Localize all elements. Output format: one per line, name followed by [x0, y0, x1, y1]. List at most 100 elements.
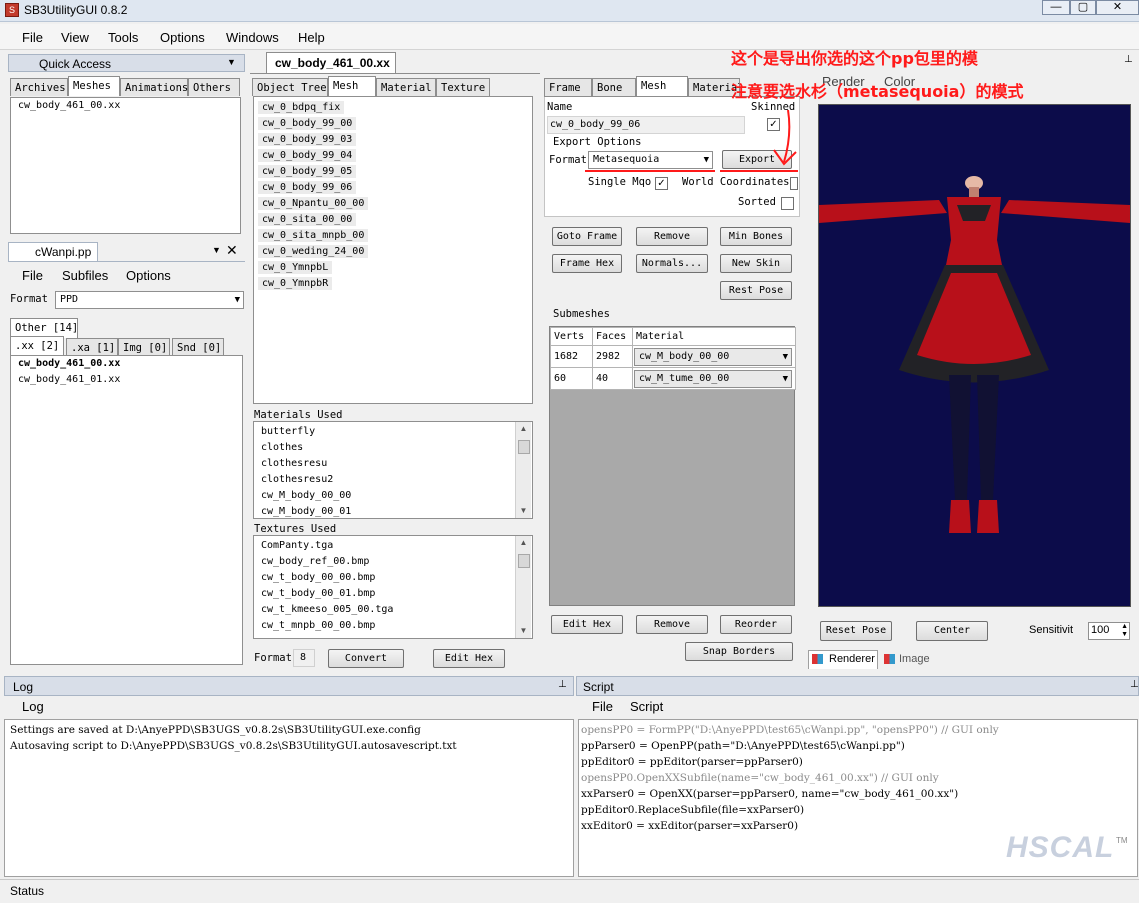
pin-icon[interactable]: ⊥ — [558, 679, 567, 690]
tab-bone[interactable]: Bone — [592, 78, 636, 96]
mesh-list-item[interactable]: cw_0_body_99_05 — [258, 165, 357, 178]
mesh-list-item[interactable]: cw_0_body_99_04 — [258, 149, 357, 162]
rest-pose-button[interactable]: Rest Pose — [720, 281, 792, 300]
convert-button[interactable]: Convert — [328, 649, 404, 668]
submesh-reorder-button[interactable]: Reorder — [720, 615, 792, 634]
remove-mesh-button[interactable]: Remove — [636, 227, 708, 246]
mesh-list-item[interactable]: cw_0_body_99_03 — [258, 133, 357, 146]
faces-cell[interactable]: 40 — [592, 367, 633, 390]
mesh-list-item[interactable]: cw_0_YmnpbL — [258, 261, 333, 274]
tab-others[interactable]: Others — [188, 78, 240, 96]
sensitivity-stepper[interactable]: 100 ▲ ▼ — [1088, 622, 1130, 640]
texture-list-item[interactable]: cw_t_kmeeso_005_00.tga — [254, 602, 532, 618]
minimize-button[interactable]: — — [1042, 0, 1070, 15]
pin-icon[interactable]: ⊥ — [1124, 54, 1133, 65]
pin-icon[interactable]: ⊥ — [1130, 679, 1139, 690]
sorted-checkbox[interactable] — [781, 197, 794, 210]
tab-snd[interactable]: Snd [0] — [172, 338, 224, 356]
list-item[interactable]: cw_body_461_00.xx — [11, 356, 242, 372]
pp-menu-options[interactable]: Options — [126, 268, 171, 283]
3d-viewport[interactable] — [818, 104, 1131, 607]
material-list-item[interactable]: clothesresu2 — [254, 472, 532, 488]
close-button[interactable]: ✕ — [1096, 0, 1139, 15]
mesh-list-item[interactable]: cw_0_bdpq_fix — [258, 101, 345, 114]
mesh-list-item[interactable]: cw_0_body_99_00 — [258, 117, 357, 130]
center-button[interactable]: Center — [916, 621, 988, 641]
world-coordinates-checkbox[interactable] — [790, 177, 798, 190]
texture-list-item[interactable]: cw_t_body_00_00.bmp — [254, 570, 532, 586]
material-list-item[interactable]: butterfly — [254, 424, 532, 440]
menu-file[interactable]: File — [22, 30, 43, 45]
xx-format-field[interactable]: 8 — [293, 649, 315, 667]
material-cell[interactable]: cw_M_body_00_00 ▼ — [632, 345, 796, 368]
verts-cell[interactable]: 60 — [550, 367, 593, 390]
new-skin-button[interactable]: New Skin — [720, 254, 792, 273]
table-row[interactable]: 60 40 cw_M_tume_00_00 ▼ — [550, 367, 796, 390]
min-bones-button[interactable]: Min Bones — [720, 227, 792, 246]
tab-object-tree[interactable]: Object Tree — [252, 78, 328, 96]
dropdown-arrow-icon[interactable]: ▼ — [212, 245, 221, 255]
log-menu[interactable]: Log — [22, 699, 44, 714]
mesh-name-field[interactable]: cw_0_body_99_06 — [547, 116, 745, 134]
close-icon[interactable]: ✕ — [226, 242, 238, 259]
export-format-select[interactable]: Metasequoia ▼ — [588, 151, 713, 169]
mesh-list-item[interactable]: cw_0_body_99_06 — [258, 181, 357, 194]
texture-list-item[interactable]: cw_t_body_00_01.bmp — [254, 586, 532, 602]
menu-tools[interactable]: Tools — [108, 30, 138, 45]
tab-xx[interactable]: .xx [2] — [10, 336, 64, 356]
menu-help[interactable]: Help — [298, 30, 325, 45]
pp-tab[interactable]: cWanpi.pp — [8, 242, 98, 261]
table-row[interactable]: 1682 2982 cw_M_body_00_00 ▼ — [550, 345, 796, 368]
script-menu-script[interactable]: Script — [630, 699, 663, 714]
tab-frame[interactable]: Frame — [544, 78, 592, 96]
faces-cell[interactable]: 2982 — [592, 345, 633, 368]
menu-view[interactable]: View — [61, 30, 89, 45]
material-cell[interactable]: cw_M_tume_00_00 ▼ — [632, 367, 796, 390]
mesh-list-item[interactable]: cw_0_Npantu_00_00 — [258, 197, 369, 210]
verts-cell[interactable]: 1682 — [550, 345, 593, 368]
tab-other[interactable]: Other [14] — [10, 318, 78, 338]
tab-xa[interactable]: .xa [1] — [66, 338, 118, 356]
tab-meshes[interactable]: Meshes — [68, 76, 120, 96]
pp-menu-subfiles[interactable]: Subfiles — [62, 268, 108, 283]
mesh-list-item[interactable]: cw_0_weding_24_00 — [258, 245, 369, 258]
tab-animations[interactable]: Animations — [120, 78, 188, 96]
single-mqo-checkbox[interactable]: ✓ — [655, 177, 668, 190]
texture-list-item[interactable]: cw_t_mnpb_00_00.bmp — [254, 618, 532, 634]
material-list-item[interactable]: clothes — [254, 440, 532, 456]
mesh-list-item[interactable]: cw_0_sita_00_00 — [258, 213, 357, 226]
submesh-edit-hex-button[interactable]: Edit Hex — [551, 615, 623, 634]
tab-material[interactable]: Material — [376, 78, 436, 96]
menu-options[interactable]: Options — [160, 30, 205, 45]
submesh-remove-button[interactable]: Remove — [636, 615, 708, 634]
goto-frame-button[interactable]: Goto Frame — [552, 227, 622, 246]
xx-document-tab[interactable]: cw_body_461_00.xx — [266, 52, 396, 73]
column-header[interactable]: Material — [632, 327, 796, 346]
menu-windows[interactable]: Windows — [226, 30, 279, 45]
reset-pose-button[interactable]: Reset Pose — [820, 621, 892, 641]
texture-list-item[interactable]: ComPanty.tga — [254, 538, 532, 554]
texture-list-item[interactable]: cw_body_ref_00.bmp — [254, 554, 532, 570]
material-list-item[interactable]: cw_M_body_00_01 — [254, 504, 532, 518]
column-header[interactable]: Verts — [550, 327, 593, 346]
pp-menu-file[interactable]: File — [22, 268, 43, 283]
list-item[interactable]: cw_body_461_00.xx — [11, 98, 240, 114]
mesh-list-item[interactable]: cw_0_YmnpbR — [258, 277, 333, 290]
maximize-button[interactable]: ▢ — [1070, 0, 1096, 15]
materials-scrollbar[interactable]: ▲ ▼ — [515, 422, 531, 518]
tab-mesh-editor[interactable]: Mesh — [636, 76, 688, 96]
tab-texture[interactable]: Texture — [436, 78, 490, 96]
pp-format-select[interactable]: PPD ▼ — [55, 291, 244, 309]
tab-mesh[interactable]: Mesh — [328, 76, 376, 96]
tab-archives[interactable]: Archives — [10, 78, 68, 96]
material-list-item[interactable]: clothesresu — [254, 456, 532, 472]
snap-borders-button[interactable]: Snap Borders — [685, 642, 793, 661]
material-list-item[interactable]: cw_M_body_00_00 — [254, 488, 532, 504]
frame-hex-button[interactable]: Frame Hex — [552, 254, 622, 273]
column-header[interactable]: Faces — [592, 327, 633, 346]
normals-button[interactable]: Normals... — [636, 254, 708, 273]
dropdown-arrow-icon[interactable]: ▼ — [227, 57, 236, 67]
script-menu-file[interactable]: File — [592, 699, 613, 714]
mesh-list-item[interactable]: cw_0_sita_mnpb_00 — [258, 229, 369, 242]
textures-scrollbar[interactable]: ▲ ▼ — [515, 536, 531, 638]
